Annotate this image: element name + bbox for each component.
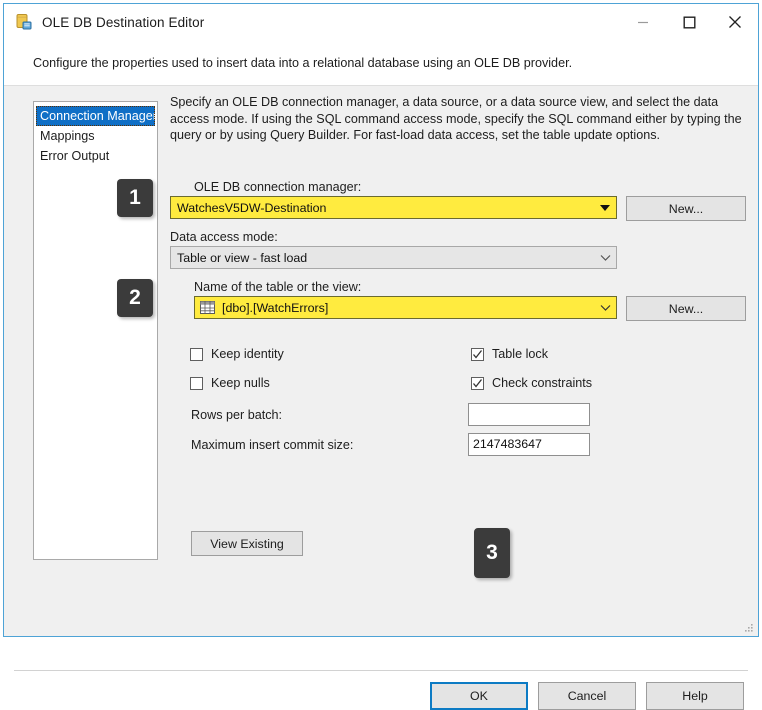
sidebar-item-connection-manager[interactable]: Connection Manager: [36, 106, 157, 126]
keep-identity-label: Keep identity: [211, 347, 284, 361]
dialog-body: Connection Manager Mappings Error Output…: [4, 86, 758, 710]
maximum-insert-commit-size-input[interactable]: 2147483647: [468, 433, 590, 456]
table-or-view-combobox[interactable]: [dbo].[WatchErrors]: [194, 296, 617, 319]
footer-buttons: OK Cancel Help: [430, 682, 744, 710]
step-badge-1: 1: [117, 179, 153, 217]
navigation-panel: Connection Manager Mappings Error Output: [33, 101, 158, 560]
minimize-icon[interactable]: [620, 4, 666, 40]
step-badge-2: 2: [117, 279, 153, 317]
connection-manager-combobox[interactable]: WatchesV5DW-Destination: [170, 196, 617, 219]
table-or-view-label: Name of the table or the view:: [194, 280, 362, 294]
step-badge-3: 3: [474, 528, 510, 578]
dialog-window: OLE DB Destination Editor Configure the …: [3, 3, 759, 710]
chevron-down-icon[interactable]: [595, 298, 615, 317]
sidebar-item-mappings[interactable]: Mappings: [34, 126, 157, 146]
connection-manager-label: OLE DB connection manager:: [194, 180, 362, 194]
close-icon[interactable]: [712, 4, 758, 40]
table-lock-label: Table lock: [492, 347, 549, 361]
keep-identity-checkbox[interactable]: Keep identity: [190, 347, 284, 361]
ok-button[interactable]: OK: [430, 682, 528, 710]
maximum-insert-commit-size-label: Maximum insert commit size:: [191, 438, 354, 452]
checkbox-box: [190, 347, 203, 361]
table-or-view-value: [dbo].[WatchErrors]: [222, 300, 329, 315]
rows-per-batch-label: Rows per batch:: [191, 408, 282, 422]
sidebar-item-label: Connection Manager: [40, 109, 157, 123]
data-access-mode-label: Data access mode:: [170, 230, 278, 244]
title-bar: OLE DB Destination Editor: [4, 4, 758, 40]
footer-separator: [14, 670, 748, 671]
rows-per-batch-input[interactable]: [468, 403, 590, 426]
resize-grip[interactable]: [742, 621, 754, 633]
sidebar-item-error-output[interactable]: Error Output: [34, 146, 157, 166]
connection-manager-value: WatchesV5DW-Destination: [177, 200, 327, 215]
new-connection-button[interactable]: New...: [626, 196, 746, 221]
data-access-mode-value: Table or view - fast load: [177, 250, 308, 265]
dialog-description: Configure the properties used to insert …: [4, 40, 758, 86]
checkbox-box-checked: [471, 376, 484, 390]
check-constraints-label: Check constraints: [492, 376, 593, 390]
sidebar-item-label: Mappings: [40, 129, 95, 143]
cancel-button[interactable]: Cancel: [538, 682, 636, 710]
data-access-mode-combobox[interactable]: Table or view - fast load: [170, 246, 617, 269]
table-lock-checkbox[interactable]: Table lock: [471, 347, 548, 361]
pane-instructions: Specify an OLE DB connection manager, a …: [170, 95, 742, 143]
help-button[interactable]: Help: [646, 682, 744, 710]
chevron-down-icon[interactable]: [595, 248, 615, 267]
settings-pane: Specify an OLE DB connection manager, a …: [170, 94, 748, 144]
maximize-icon[interactable]: [666, 4, 712, 40]
keep-nulls-checkbox[interactable]: Keep nulls: [190, 376, 270, 390]
sidebar-item-label: Error Output: [40, 149, 110, 163]
checkbox-box: [190, 376, 203, 390]
check-constraints-checkbox[interactable]: Check constraints: [471, 376, 592, 390]
window-title: OLE DB Destination Editor: [42, 14, 205, 30]
table-grid-icon: [200, 301, 215, 314]
chevron-down-icon[interactable]: [595, 198, 615, 217]
window-controls: [620, 4, 758, 40]
database-destination-icon: [14, 12, 34, 32]
new-table-button[interactable]: New...: [626, 296, 746, 321]
view-existing-button[interactable]: View Existing: [191, 531, 303, 556]
checkbox-box-checked: [471, 347, 484, 361]
keep-nulls-label: Keep nulls: [211, 376, 270, 390]
